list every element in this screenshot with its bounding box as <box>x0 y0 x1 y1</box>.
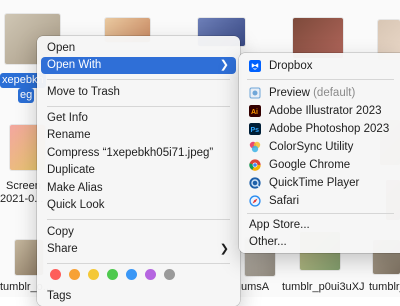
app-label: QuickTime Player <box>269 177 360 189</box>
menu-item-copy[interactable]: Copy <box>41 224 236 241</box>
file-name[interactable]: umsA <box>241 281 269 293</box>
menu-separator <box>47 219 230 220</box>
menu-item-share[interactable]: Share ❯ <box>41 241 236 258</box>
tag-gray[interactable] <box>164 269 175 280</box>
other-app-item[interactable]: Other... <box>243 233 400 251</box>
app-store-item[interactable]: App Store... <box>243 216 400 234</box>
tag-red[interactable] <box>50 269 61 280</box>
menu-item-move-to-trash[interactable]: Move to Trash <box>41 84 236 101</box>
tag-blue[interactable] <box>126 269 137 280</box>
file-name[interactable]: tumblr_p0ui3uXJ <box>282 281 365 293</box>
quicktime-icon <box>249 177 261 189</box>
selected-file-name-line2[interactable]: eg <box>18 88 35 103</box>
tag-yellow[interactable] <box>88 269 99 280</box>
default-suffix: (default) <box>309 87 356 99</box>
menu-item-get-info[interactable]: Get Info <box>41 110 236 127</box>
app-label: Dropbox <box>269 60 313 72</box>
menu-item-duplicate[interactable]: Duplicate <box>41 162 236 179</box>
menu-item-open-with[interactable]: Open With ❯ <box>41 57 236 74</box>
menu-item-label: Open With <box>47 59 102 71</box>
context-menu: Open Open With ❯ Move to Trash Get Info … <box>37 36 240 306</box>
app-illustrator[interactable]: Ai Adobe Illustrator 2023 <box>243 102 400 120</box>
photoshop-icon: Ps <box>249 123 261 135</box>
menu-item-rename[interactable]: Rename <box>41 127 236 144</box>
menu-separator <box>47 263 230 264</box>
svg-text:Ps: Ps <box>251 127 260 134</box>
app-preview[interactable]: Preview (default) <box>243 84 400 102</box>
menu-separator <box>247 79 394 80</box>
app-chrome[interactable]: Google Chrome <box>243 156 400 174</box>
tag-purple[interactable] <box>145 269 156 280</box>
dropbox-icon <box>249 60 261 72</box>
open-with-submenu: Dropbox Preview (default) Ai Adobe Illus… <box>239 53 400 253</box>
illustrator-icon: Ai <box>249 105 261 117</box>
menu-separator <box>47 79 230 80</box>
app-colorsync[interactable]: ColorSync Utility <box>243 138 400 156</box>
menu-item-quick-look[interactable]: Quick Look <box>41 197 236 214</box>
chevron-right-icon: ❯ <box>219 59 229 71</box>
menu-separator <box>247 213 394 214</box>
svg-text:Ai: Ai <box>251 109 258 116</box>
preview-icon <box>249 87 261 99</box>
file-name[interactable]: tumblr_... <box>369 281 400 293</box>
safari-icon <box>249 195 261 207</box>
app-label: ColorSync Utility <box>269 141 354 153</box>
tag-orange[interactable] <box>69 269 80 280</box>
chevron-right-icon: ❯ <box>219 243 229 255</box>
colorsync-icon <box>249 141 261 153</box>
app-photoshop[interactable]: Ps Adobe Photoshop 2023 <box>243 120 400 138</box>
app-label: Preview <box>269 87 310 99</box>
menu-item-label: Share <box>47 243 78 255</box>
menu-item-make-alias[interactable]: Make Alias <box>41 180 236 197</box>
chrome-icon <box>249 159 261 171</box>
file-thumbnail[interactable] <box>293 18 343 58</box>
app-label: Adobe Photoshop 2023 <box>269 123 390 135</box>
menu-separator <box>47 106 230 107</box>
menu-item-compress[interactable]: Compress “1xepebkh05i71.jpeg” <box>41 145 236 162</box>
menu-item-open[interactable]: Open <box>41 40 236 57</box>
app-dropbox[interactable]: Dropbox <box>243 57 400 75</box>
file-name[interactable]: Screen <box>6 180 41 192</box>
app-label: Adobe Illustrator 2023 <box>269 105 382 117</box>
app-quicktime[interactable]: QuickTime Player <box>243 174 400 192</box>
app-label: Safari <box>269 195 300 207</box>
tag-green[interactable] <box>107 269 118 280</box>
app-safari[interactable]: Safari <box>243 192 400 210</box>
app-label: Google Chrome <box>269 159 351 171</box>
